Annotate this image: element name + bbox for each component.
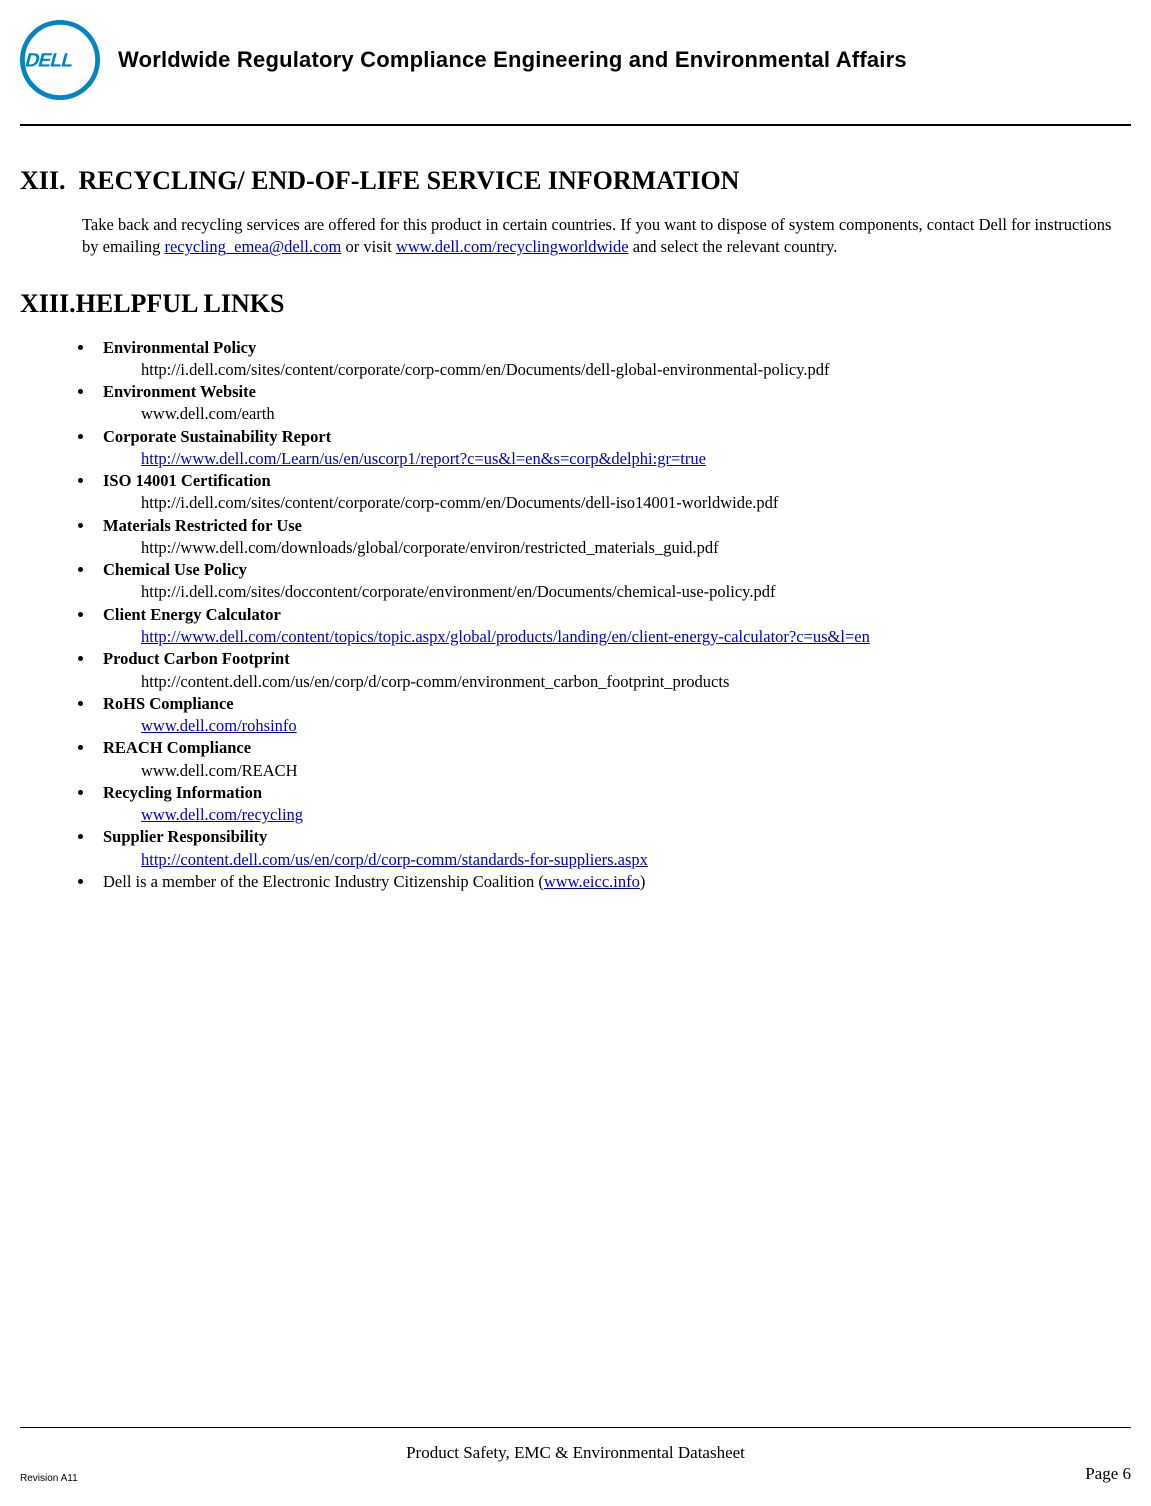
section-13-heading: XIII.HELPFUL LINKS: [20, 289, 1131, 319]
link-item-label: Chemical Use Policy: [103, 559, 1131, 581]
eicc-link[interactable]: www.eicc.info: [544, 872, 640, 891]
link-item-label: Materials Restricted for Use: [103, 515, 1131, 537]
list-item: Materials Restricted for Usehttp://www.d…: [95, 515, 1131, 560]
list-item: Chemical Use Policyhttp://i.dell.com/sit…: [95, 559, 1131, 604]
para-text-mid: or visit: [341, 237, 396, 256]
helpful-links-list: Environmental Policyhttp://i.dell.com/si…: [95, 337, 1131, 894]
link-item-url: http://content.dell.com/us/en/corp/d/cor…: [141, 671, 1131, 693]
link-item-anchor[interactable]: http://www.dell.com/Learn/us/en/uscorp1/…: [141, 449, 706, 468]
link-item-label: Environment Website: [103, 381, 1131, 403]
header-divider: [20, 124, 1131, 126]
link-item-anchor[interactable]: http://www.dell.com/content/topics/topic…: [141, 627, 870, 646]
section-12-number: XII.: [20, 166, 66, 196]
recycling-email-link[interactable]: recycling_emea@dell.com: [164, 237, 341, 256]
page-container: DELL Worldwide Regulatory Compliance Eng…: [0, 0, 1151, 893]
link-item-url: http://www.dell.com/downloads/global/cor…: [141, 537, 1131, 559]
list-item: ISO 14001 Certificationhttp://i.dell.com…: [95, 470, 1131, 515]
link-item-url: www.dell.com/recycling: [141, 804, 1131, 826]
section-12-title: RECYCLING/ END-OF-LIFE SERVICE INFORMATI…: [79, 166, 740, 195]
link-item-url: http://i.dell.com/sites/content/corporat…: [141, 359, 1131, 381]
section-12-paragraph: Take back and recycling services are off…: [82, 214, 1121, 259]
list-item: Environmental Policyhttp://i.dell.com/si…: [95, 337, 1131, 382]
link-item-label: ISO 14001 Certification: [103, 470, 1131, 492]
link-item-url: http://www.dell.com/content/topics/topic…: [141, 626, 1131, 648]
footer-revision: Revision A11: [20, 1473, 78, 1484]
link-item-url: http://content.dell.com/us/en/corp/d/cor…: [141, 849, 1131, 871]
link-item-url: www.dell.com/rohsinfo: [141, 715, 1131, 737]
footer-page: Page 6: [1085, 1464, 1131, 1484]
link-item-label: Corporate Sustainability Report: [103, 426, 1131, 448]
list-item: Recycling Informationwww.dell.com/recycl…: [95, 782, 1131, 827]
list-item: Client Energy Calculatorhttp://www.dell.…: [95, 604, 1131, 649]
final-item-post: ): [640, 872, 646, 891]
final-item-pre: Dell is a member of the Electronic Indus…: [103, 872, 544, 891]
link-item-label: Recycling Information: [103, 782, 1131, 804]
link-item-anchor[interactable]: www.dell.com/recycling: [141, 805, 303, 824]
list-item: REACH Compliancewww.dell.com/REACH: [95, 737, 1131, 782]
page-header: DELL Worldwide Regulatory Compliance Eng…: [20, 20, 1131, 124]
link-item-anchor[interactable]: www.dell.com/rohsinfo: [141, 716, 297, 735]
section-13-title: HELPFUL LINKS: [76, 289, 285, 318]
section-13-number: XIII.: [20, 289, 76, 319]
section-12-body: Take back and recycling services are off…: [82, 214, 1121, 259]
list-item: Dell is a member of the Electronic Indus…: [95, 871, 1131, 893]
link-item-url: www.dell.com/earth: [141, 403, 1131, 425]
link-item-label: RoHS Compliance: [103, 693, 1131, 715]
para-text-post: and select the relevant country.: [629, 237, 838, 256]
link-item-url: http://i.dell.com/sites/doccontent/corpo…: [141, 581, 1131, 603]
list-item: RoHS Compliancewww.dell.com/rohsinfo: [95, 693, 1131, 738]
svg-text:DELL: DELL: [23, 50, 77, 72]
section-12-heading: XII. RECYCLING/ END-OF-LIFE SERVICE INFO…: [20, 166, 1131, 196]
link-item-label: Supplier Responsibility: [103, 826, 1131, 848]
link-item-url: http://www.dell.com/Learn/us/en/uscorp1/…: [141, 448, 1131, 470]
link-item-label: Client Energy Calculator: [103, 604, 1131, 626]
recycling-url-link[interactable]: www.dell.com/recyclingworldwide: [396, 237, 629, 256]
link-item-url: http://i.dell.com/sites/content/corporat…: [141, 492, 1131, 514]
link-item-label: Product Carbon Footprint: [103, 648, 1131, 670]
dell-logo-icon: DELL: [20, 20, 100, 100]
list-item: Supplier Responsibility http://content.de…: [95, 826, 1131, 871]
page-footer: Product Safety, EMC & Environmental Data…: [20, 1427, 1131, 1484]
footer-title: Product Safety, EMC & Environmental Data…: [406, 1443, 745, 1463]
list-item: Environment Websitewww.dell.com/earth: [95, 381, 1131, 426]
link-item-label: REACH Compliance: [103, 737, 1131, 759]
header-title: Worldwide Regulatory Compliance Engineer…: [118, 47, 907, 73]
list-item: Product Carbon Footprinthttp://content.d…: [95, 648, 1131, 693]
footer-divider: [20, 1427, 1131, 1428]
list-item: Corporate Sustainability Reporthttp://ww…: [95, 426, 1131, 471]
link-item-url: www.dell.com/REACH: [141, 760, 1131, 782]
link-item-anchor[interactable]: http://content.dell.com/us/en/corp/d/cor…: [141, 850, 648, 869]
link-item-label: Environmental Policy: [103, 337, 1131, 359]
